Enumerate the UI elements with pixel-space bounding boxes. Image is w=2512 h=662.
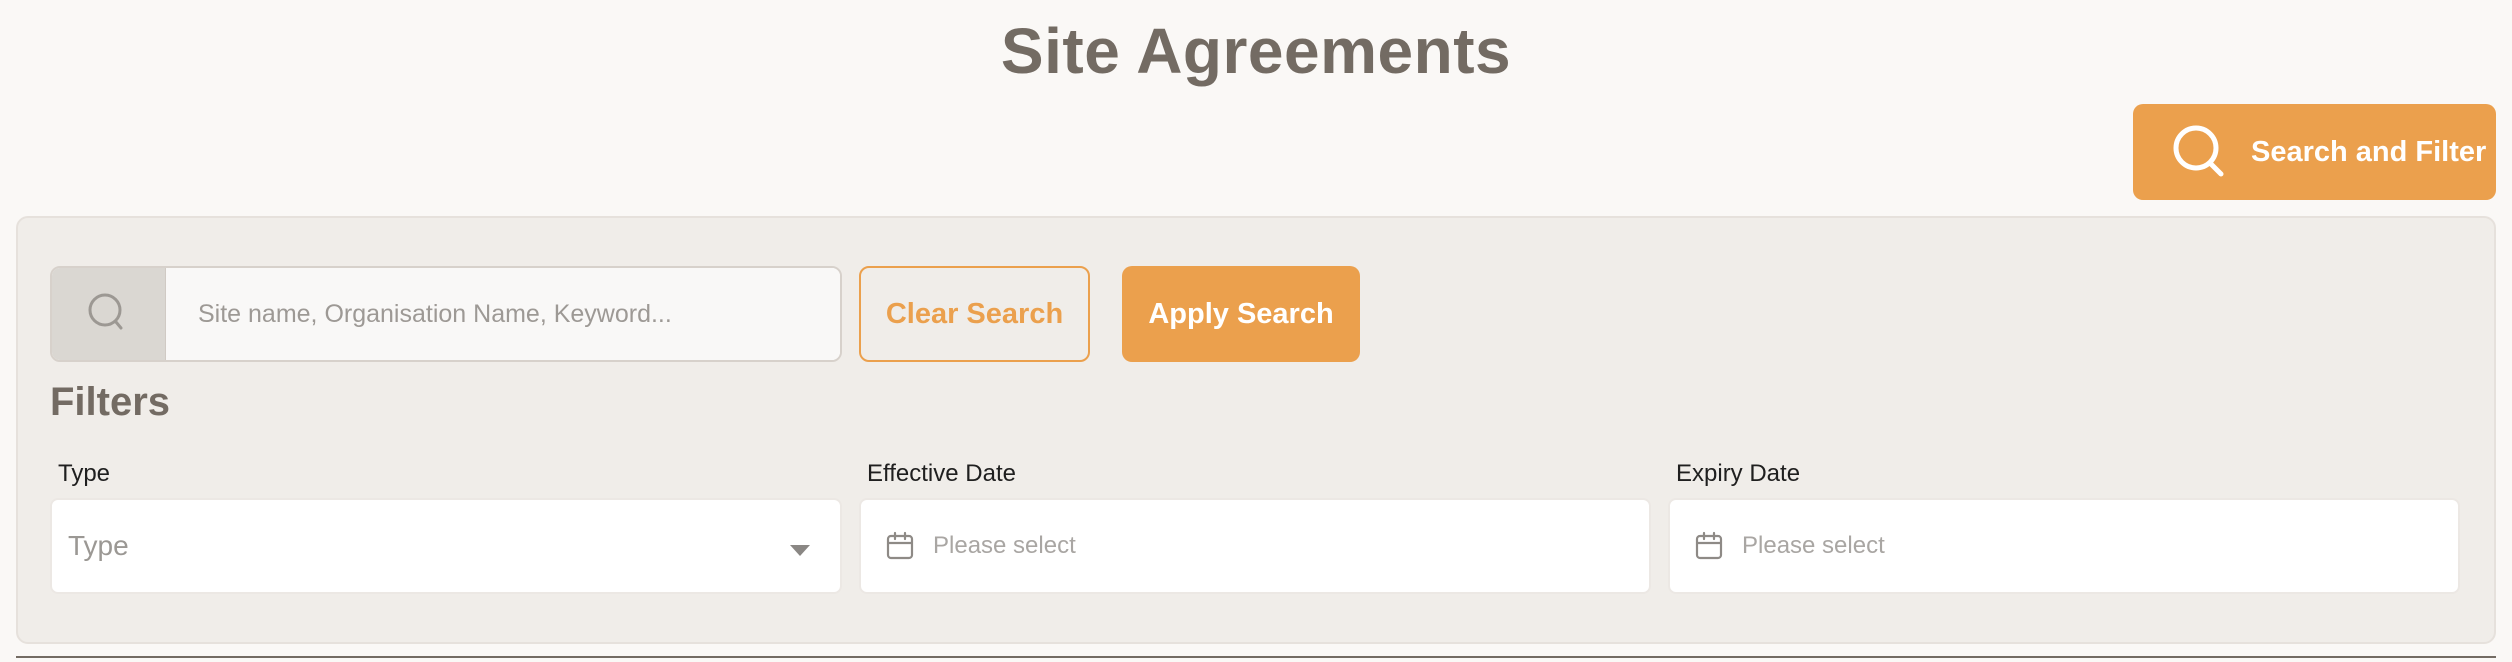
search-and-filter-label: Search and Filter [2251, 135, 2487, 168]
search-icon-box [52, 268, 166, 360]
search-bar [50, 266, 842, 362]
search-input[interactable] [166, 268, 840, 360]
chevron-down-icon [790, 544, 810, 556]
type-label: Type [58, 460, 111, 487]
filters-heading: Filters [50, 380, 171, 424]
effective-date-placeholder: Please select [933, 532, 1076, 559]
expiry-date-picker[interactable]: Please select [1668, 498, 2460, 594]
expiry-date-placeholder: Please select [1742, 532, 1885, 559]
effective-date-picker[interactable]: Please select [859, 498, 1651, 594]
type-select-value: Type [68, 530, 129, 561]
page-title: Site Agreements [1000, 15, 1512, 87]
type-select[interactable]: Type [50, 498, 842, 594]
apply-search-button[interactable]: Apply Search [1122, 266, 1360, 362]
divider [16, 656, 2496, 658]
clear-search-button[interactable]: Clear Search [859, 266, 1090, 362]
calendar-icon [885, 531, 915, 561]
calendar-icon [1694, 531, 1724, 561]
search-icon [86, 291, 132, 337]
page: Site Agreements Search and Filter Clear … [0, 0, 2512, 662]
expiry-date-label: Expiry Date [1676, 460, 1801, 487]
effective-date-label: Effective Date [867, 460, 1016, 487]
search-icon [2171, 123, 2229, 181]
search-and-filter-button[interactable]: Search and Filter [2133, 104, 2496, 200]
